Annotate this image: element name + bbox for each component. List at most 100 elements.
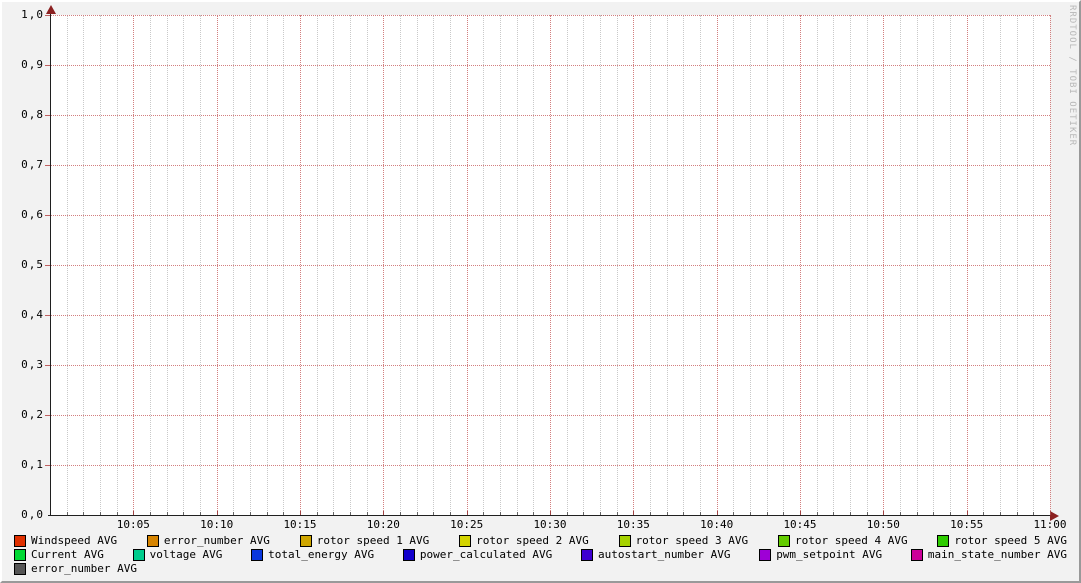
legend-color-swatch-icon <box>619 535 631 547</box>
y-axis-tick-label: 0,6 <box>8 209 44 221</box>
x-axis-tick <box>883 511 884 515</box>
legend-color-swatch-icon <box>14 549 26 561</box>
x-axis-tick <box>733 512 734 515</box>
x-axis-tick-label: 10:10 <box>193 519 241 531</box>
legend-color-swatch-icon <box>133 549 145 561</box>
legend-item: power_calculated AVG <box>403 549 552 561</box>
major-horizontal-gridline <box>50 365 1050 366</box>
legend-label: Windspeed AVG <box>31 535 117 547</box>
x-axis-tick <box>300 511 301 515</box>
rrd-graph: 1,00,90,80,70,60,50,40,30,20,10,010:0510… <box>0 0 1081 583</box>
x-axis-tick <box>700 512 701 515</box>
x-axis-tick <box>583 512 584 515</box>
y-axis-tick-label: 0,7 <box>8 159 44 171</box>
x-axis-tick <box>367 512 368 515</box>
x-axis-tick <box>917 512 918 515</box>
x-axis-tick <box>383 511 384 515</box>
legend-item: rotor speed 2 AVG <box>459 535 589 547</box>
y-axis-tick-label: 0,5 <box>8 259 44 271</box>
x-axis-tick <box>333 512 334 515</box>
y-axis-tick <box>45 315 50 316</box>
x-axis-tick <box>900 512 901 515</box>
x-axis-line <box>48 515 1052 516</box>
x-axis-tick <box>100 512 101 515</box>
x-axis-tick <box>317 512 318 515</box>
x-axis-tick <box>567 512 568 515</box>
x-axis-tick <box>417 512 418 515</box>
legend-item: total_energy AVG <box>251 549 374 561</box>
x-axis-tick <box>650 512 651 515</box>
x-axis-tick-label: 10:50 <box>859 519 907 531</box>
x-axis-tick <box>1000 512 1001 515</box>
x-axis-tick <box>750 512 751 515</box>
x-axis-tick <box>783 512 784 515</box>
major-horizontal-gridline <box>50 15 1050 16</box>
legend-color-swatch-icon <box>14 563 26 575</box>
legend-color-swatch-icon <box>147 535 159 547</box>
legend-color-swatch-icon <box>759 549 771 561</box>
x-axis-tick <box>67 512 68 515</box>
x-axis-tick <box>283 512 284 515</box>
x-axis-tick <box>533 512 534 515</box>
legend-item: rotor speed 3 AVG <box>619 535 749 547</box>
x-axis-tick <box>767 512 768 515</box>
y-axis-tick-label: 0,3 <box>8 359 44 371</box>
y-axis-line <box>50 8 51 516</box>
legend-color-swatch-icon <box>459 535 471 547</box>
major-horizontal-gridline <box>50 215 1050 216</box>
x-axis-tick <box>200 512 201 515</box>
x-axis-tick <box>117 512 118 515</box>
x-axis-tick-label: 10:35 <box>609 519 657 531</box>
y-axis-arrow-icon <box>46 5 56 14</box>
y-axis-tick-label: 0,9 <box>8 59 44 71</box>
legend-row: Current AVG voltage AVG total_energy AVG po… <box>14 548 1067 561</box>
x-axis-tick <box>517 512 518 515</box>
legend-item: error_number AVG <box>14 563 137 575</box>
y-axis-tick <box>45 465 50 466</box>
y-axis-tick-label: 0,1 <box>8 459 44 471</box>
y-axis-tick <box>45 65 50 66</box>
y-axis-tick <box>45 215 50 216</box>
legend-color-swatch-icon <box>14 535 26 547</box>
x-axis-tick <box>450 512 451 515</box>
legend-row: Windspeed AVGerror_number AVGrotor speed… <box>14 534 1067 547</box>
legend-item: main_state_number AVG <box>911 549 1067 561</box>
legend-row: error_number AVG <box>14 562 1067 575</box>
legend-item: rotor speed 1 AVG <box>300 535 430 547</box>
x-axis-tick <box>867 512 868 515</box>
x-axis-tick <box>833 512 834 515</box>
legend-label: autostart_number AVG <box>598 549 730 561</box>
x-axis-tick <box>183 512 184 515</box>
x-axis-tick <box>817 512 818 515</box>
y-axis-tick-label: 0,0 <box>8 509 44 521</box>
major-vertical-gridline <box>1050 15 1051 515</box>
x-axis-tick <box>933 512 934 515</box>
major-horizontal-gridline <box>50 265 1050 266</box>
x-axis-tick <box>167 512 168 515</box>
x-axis-tick-label: 10:40 <box>693 519 741 531</box>
y-axis-tick <box>45 265 50 266</box>
legend-color-swatch-icon <box>937 535 949 547</box>
legend-label: total_energy AVG <box>268 549 374 561</box>
legend-label: pwm_setpoint AVG <box>776 549 882 561</box>
legend-item: autostart_number AVG <box>581 549 730 561</box>
x-axis-tick <box>850 512 851 515</box>
y-axis-tick-label: 0,2 <box>8 409 44 421</box>
legend-item: voltage AVG <box>133 549 223 561</box>
x-axis-tick <box>250 512 251 515</box>
x-axis-tick <box>667 512 668 515</box>
legend-item: Windspeed AVG <box>14 535 117 547</box>
x-axis-tick <box>600 512 601 515</box>
x-axis-tick <box>267 512 268 515</box>
major-horizontal-gridline <box>50 315 1050 316</box>
x-axis-tick <box>967 511 968 515</box>
x-axis-tick-label: 10:55 <box>943 519 991 531</box>
x-axis-tick-label: 10:15 <box>276 519 324 531</box>
legend-item: Current AVG <box>14 549 104 561</box>
major-horizontal-gridline <box>50 115 1050 116</box>
legend-color-swatch-icon <box>911 549 923 561</box>
major-horizontal-gridline <box>50 65 1050 66</box>
legend-color-swatch-icon <box>403 549 415 561</box>
x-axis-tick-label: 10:25 <box>443 519 491 531</box>
x-axis-tick <box>800 511 801 515</box>
